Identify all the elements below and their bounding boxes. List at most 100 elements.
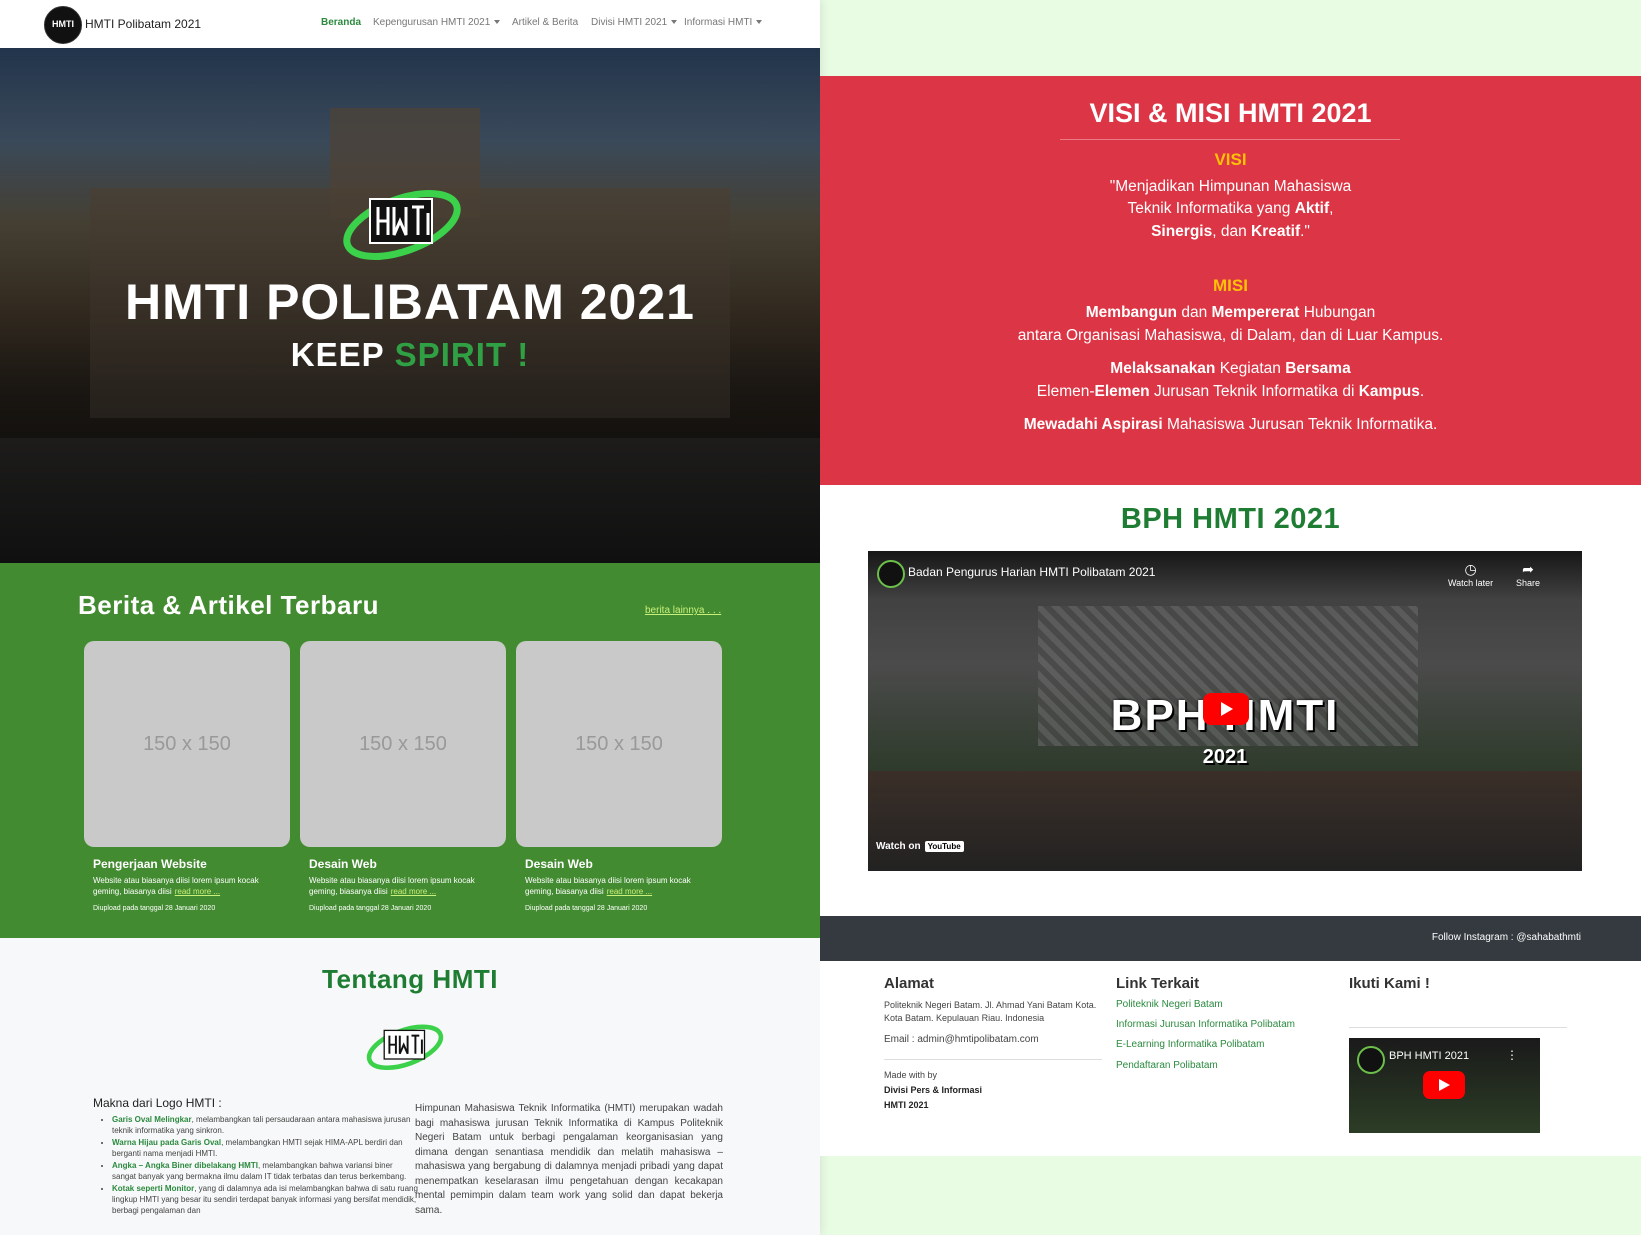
secondary-page-panel: VISI & MISI HMTI 2021 VISI "Menjadikan H… — [820, 76, 1641, 1156]
caret-down-icon — [756, 20, 763, 25]
misi-label: MISI — [1213, 276, 1248, 295]
share-icon: ➦ — [1522, 561, 1534, 577]
misi-line: Membangun dan Mempererat Hubungan — [820, 302, 1641, 324]
divider — [1060, 139, 1400, 140]
misi-bold: Elemen — [1094, 383, 1150, 400]
news-card[interactable]: 150 x 150 Pengerjaan Website Website ata… — [84, 641, 290, 912]
news-card-date: Diupload pada tanggal 28 Januari 2020 — [525, 905, 648, 912]
news-card-thumbnail[interactable]: 150 x 150 — [300, 641, 506, 847]
misi-text: antara Organisasi Mahasiswa, di Dalam, d… — [1017, 327, 1444, 344]
news-section: Berita & Artikel Terbaru berita lainnya … — [0, 563, 820, 938]
caret-down-icon — [494, 20, 501, 25]
channel-avatar[interactable] — [1357, 1046, 1385, 1074]
watch-later-button[interactable]: ◷ Watch later — [1448, 561, 1493, 588]
video-bg-floor — [868, 771, 1582, 871]
nav-kepengurusan-label: Kepengurusan HMTI 2021 — [373, 17, 491, 28]
about-title: Tentang HMTI — [322, 964, 498, 994]
made-by-org: HMTI 2021 — [884, 1100, 929, 1110]
misi-bold: Mempererat — [1211, 304, 1300, 321]
email-text: Email : admin@hmtipolibatam.com — [884, 1034, 1039, 1045]
visi-bold: Kreatif — [1251, 223, 1301, 240]
play-icon[interactable] — [1423, 1071, 1465, 1099]
news-card-title[interactable]: Pengerjaan Website — [93, 857, 290, 871]
news-card-desc: Website atau biasanya diisi lorem ipsum … — [309, 875, 499, 897]
more-vert-icon[interactable]: ⋮ — [1506, 1048, 1518, 1062]
misi-line: Elemen-Elemen Jurusan Teknik Informatika… — [820, 381, 1641, 403]
news-card-date: Diupload pada tanggal 28 Januari 2020 — [309, 905, 432, 912]
made-by-division: Divisi Pers & Informasi — [884, 1085, 983, 1095]
visi-text: "Menjadikan Himpunan Mahasiswa — [1109, 178, 1352, 195]
brand-logo[interactable]: HMTI — [44, 6, 82, 44]
visi-bold: Aktif — [1294, 200, 1330, 217]
visi-bold: Sinergis — [1151, 223, 1213, 240]
hmti-logo — [366, 1024, 444, 1071]
misi-line: antara Organisasi Mahasiswa, di Dalam, d… — [820, 325, 1641, 347]
makna-title: Makna dari Logo HMTI : — [93, 1096, 222, 1110]
youtube-embed[interactable]: Badan Pengurus Harian HMTI Polibatam 202… — [868, 551, 1582, 871]
watch-later-label: Watch later — [1448, 578, 1494, 588]
news-card-title[interactable]: Desain Web — [525, 857, 722, 871]
news-card[interactable]: 150 x 150 Desain Web Website atau biasan… — [516, 641, 722, 912]
follow-video-embed[interactable]: BPH HMTI 2021 ⋮ — [1349, 1038, 1540, 1133]
nav-divisi-label: Divisi HMTI 2021 — [591, 17, 668, 28]
visi-text: ." — [1300, 223, 1310, 240]
read-more-link[interactable]: read more ... — [391, 887, 436, 896]
news-card[interactable]: 150 x 150 Desain Web Website atau biasan… — [300, 641, 506, 912]
link-pendaftaran[interactable]: Pendaftaran Polibatam — [1116, 1060, 1218, 1071]
play-icon[interactable] — [1203, 693, 1249, 725]
youtube-logo: YouTube — [924, 841, 964, 852]
hero-title: HMTI POLIBATAM 2021 — [125, 274, 695, 330]
nav-informasi[interactable]: Informasi HMTI — [684, 17, 763, 28]
news-card-thumbnail[interactable]: 150 x 150 — [516, 641, 722, 847]
visi-line: Teknik Informatika yang Aktif, — [820, 198, 1641, 220]
channel-avatar[interactable] — [877, 560, 905, 588]
brand-name[interactable]: HMTI Polibatam 2021 — [85, 17, 201, 31]
clock-icon: ◷ — [1464, 561, 1477, 577]
follow-title: Ikuti Kami ! — [1349, 975, 1430, 992]
follow-video-title[interactable]: BPH HMTI 2021 — [1389, 1050, 1469, 1062]
instagram-bar: Follow Instagram : @sahabathmti — [820, 916, 1641, 961]
about-text: Himpunan Mahasiswa Teknik Informatika (H… — [415, 1103, 723, 1216]
visi-misi-section: VISI & MISI HMTI 2021 VISI "Menjadikan H… — [820, 76, 1641, 485]
visi-text: , — [1329, 200, 1334, 217]
list-item: Angka – Angka Biner dibelakang HMTI, mel… — [112, 1160, 418, 1182]
misi-bold: Melaksanakan — [1110, 360, 1216, 377]
nav-informasi-label: Informasi HMTI — [684, 17, 753, 28]
makna-term: Angka – Angka Biner dibelakang HMTI — [112, 1161, 258, 1170]
misi-line: Mewadahi Aspirasi Mahasiswa Jurusan Tekn… — [820, 414, 1641, 436]
misi-bold: Kampus — [1358, 383, 1420, 400]
news-card-thumbnail[interactable]: 150 x 150 — [84, 641, 290, 847]
nav-kepengurusan[interactable]: Kepengurusan HMTI 2021 — [373, 17, 501, 28]
hero-bg-road — [0, 438, 820, 563]
nav-divisi[interactable]: Divisi HMTI 2021 — [591, 17, 678, 28]
link-polibatam[interactable]: Politeknik Negeri Batam — [1116, 999, 1223, 1010]
news-more-link[interactable]: berita lainnya . . . — [645, 605, 721, 616]
read-more-link[interactable]: read more ... — [175, 887, 220, 896]
nav-beranda[interactable]: Beranda — [321, 17, 361, 28]
hero-banner: HMTI POLIBATAM 2021 KEEP SPIRIT ! — [0, 48, 820, 563]
visi-text: , dan — [1212, 223, 1252, 240]
video-overlay-year: 2021 — [1202, 746, 1248, 768]
thumbnail-placeholder: 150 x 150 — [143, 733, 231, 755]
caret-down-icon — [671, 20, 678, 25]
about-section: Tentang HMTI Makna dari Logo HMTI : Gari… — [0, 938, 820, 1235]
navbar: HMTI HMTI Polibatam 2021 Beranda Kepengu… — [0, 0, 820, 48]
news-card-title[interactable]: Desain Web — [309, 857, 506, 871]
link-informatika[interactable]: Informasi Jurusan Informatika Polibatam — [1116, 1019, 1295, 1030]
list-item: Warna Hijau pada Garis Oval, melambangka… — [112, 1137, 418, 1159]
watch-on-label: Watch on — [876, 841, 921, 852]
watch-on-youtube[interactable]: Watch on YouTube — [876, 841, 964, 852]
instagram-link[interactable]: Follow Instagram : @sahabathmti — [1432, 932, 1581, 943]
read-more-link[interactable]: read more ... — [607, 887, 652, 896]
video-title[interactable]: Badan Pengurus Harian HMTI Polibatam 202… — [908, 565, 1155, 579]
link-elearning[interactable]: E-Learning Informatika Polibatam — [1116, 1039, 1264, 1050]
makna-term: Garis Oval Melingkar — [112, 1115, 192, 1124]
nav-artikel-berita[interactable]: Artikel & Berita — [512, 17, 578, 28]
news-card-desc: Website atau biasanya diisi lorem ipsum … — [93, 875, 283, 897]
main-page-panel: HMTI HMTI Polibatam 2021 Beranda Kepengu… — [0, 0, 820, 1235]
misi-line: Melaksanakan Kegiatan Bersama — [820, 358, 1641, 380]
hero-subtitle-white: KEEP — [290, 336, 385, 373]
share-button[interactable]: ➦ Share — [1516, 561, 1540, 588]
news-card-desc: Website atau biasanya diisi lorem ipsum … — [525, 875, 715, 897]
news-title: Berita & Artikel Terbaru — [78, 590, 379, 620]
